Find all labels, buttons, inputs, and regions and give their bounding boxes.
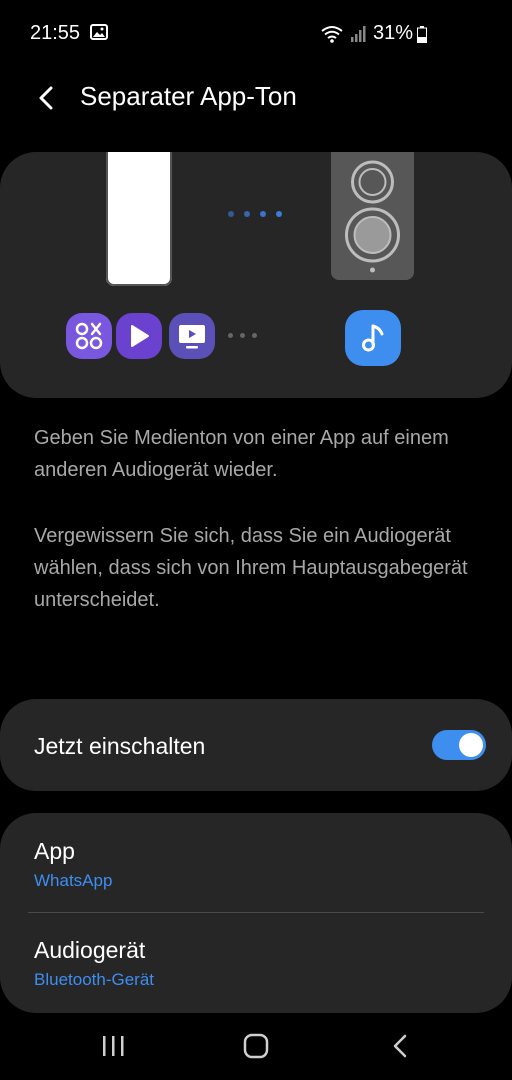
battery-percent: 31%	[373, 22, 414, 44]
illustration-card	[0, 152, 512, 398]
back-button[interactable]	[26, 78, 66, 118]
status-time: 21:55	[30, 22, 81, 44]
games-app-icon	[66, 313, 112, 359]
battery-icon	[417, 26, 427, 43]
chevron-left-icon	[39, 86, 53, 110]
tv-app-icon	[169, 313, 215, 359]
audio-device-setting-value: Bluetooth-Gerät	[34, 970, 155, 989]
app-setting-row[interactable]	[0, 813, 512, 912]
toggle-label: Jetzt einschalten	[34, 733, 206, 759]
photo-icon	[90, 24, 108, 40]
audio-device-setting-title: Audiogerät	[34, 937, 146, 963]
speaker-icon	[331, 152, 414, 280]
recent-apps-icon[interactable]	[100, 1034, 126, 1058]
wifi-icon	[321, 26, 343, 43]
signal-icon	[351, 26, 366, 42]
music-icon	[345, 310, 401, 366]
play-app-icon	[116, 313, 162, 359]
page-title: Separater App-Ton	[80, 81, 297, 111]
enable-switch[interactable]	[432, 730, 486, 760]
description-text: Geben Sie Medienton von einer App auf ei…	[34, 427, 449, 481]
switch-knob	[459, 733, 483, 757]
home-icon[interactable]	[242, 1032, 270, 1060]
more-apps-dots	[228, 333, 257, 338]
app-setting-value: WhatsApp	[34, 871, 113, 890]
app-setting-title: App	[34, 838, 75, 864]
description-warning-text: Vergewissern Sie sich, dass Sie ein Audi…	[34, 525, 468, 611]
back-icon[interactable]	[388, 1032, 412, 1060]
phone-icon	[106, 152, 172, 286]
connection-dots	[228, 211, 282, 217]
